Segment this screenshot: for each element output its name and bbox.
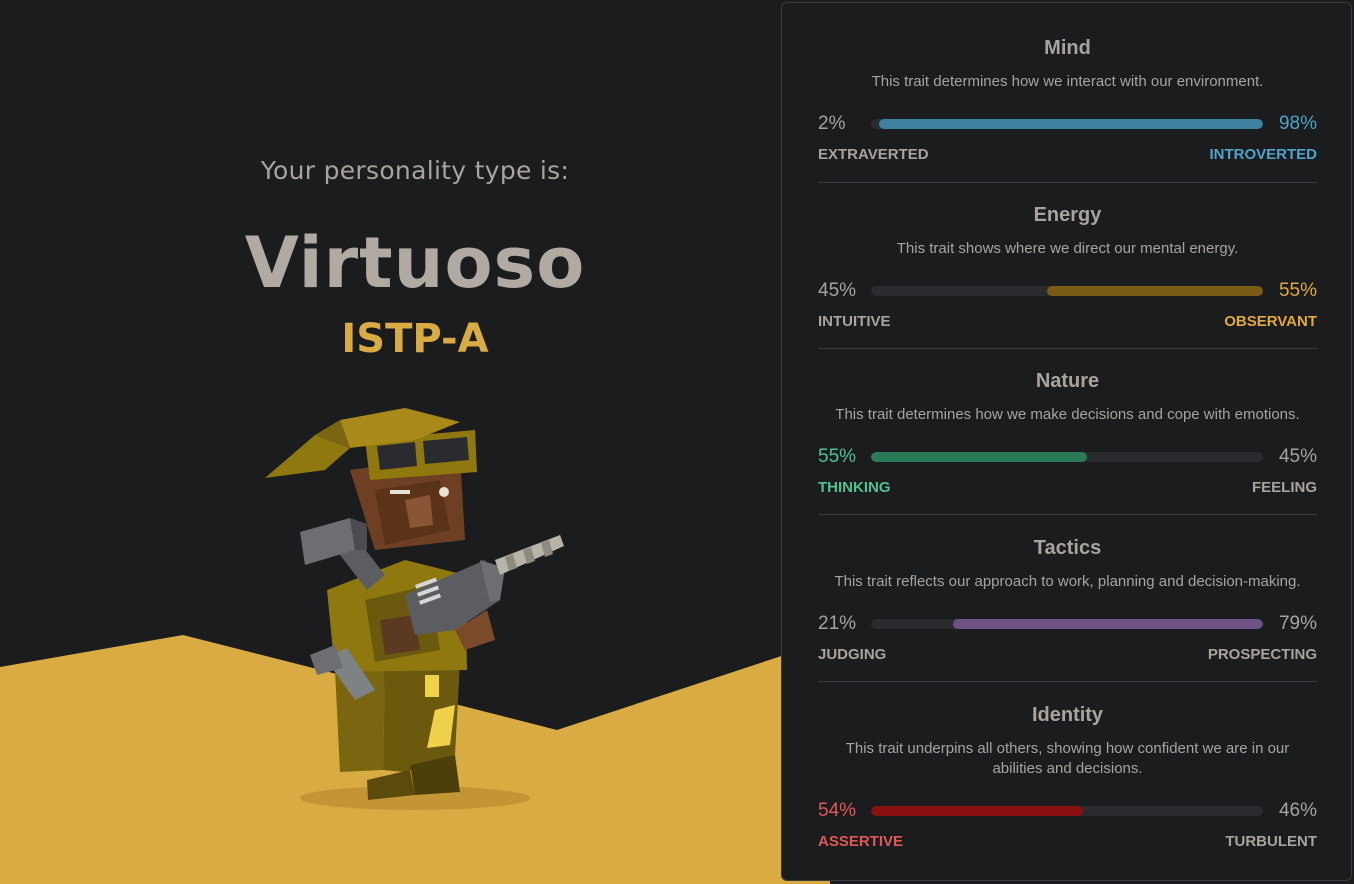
left-trait-label: ASSERTIVE xyxy=(818,833,904,850)
right-percentage: 46% xyxy=(1278,800,1317,821)
right-trait-label: INTROVERTED xyxy=(1209,146,1317,163)
trait-title: Tactics xyxy=(1033,537,1102,559)
trait-labels: ASSERTIVE TURBULENT xyxy=(818,833,1317,851)
trait-title: Mind xyxy=(1044,37,1091,59)
left-trait-label: INTUITIVE xyxy=(818,313,891,330)
trait-identity: Identity This trait underpins all others… xyxy=(818,704,1317,854)
trait-bar-fill xyxy=(953,619,1263,629)
personality-hero: Your personality type is: Virtuoso ISTP-… xyxy=(0,0,830,884)
trait-labels: EXTRAVERTED INTROVERTED xyxy=(818,146,1317,164)
trait-bar-fill xyxy=(871,806,1083,816)
trait-bar-row: 21% 79% xyxy=(818,612,1317,636)
left-percentage: 2% xyxy=(818,113,846,134)
trait-bar-track xyxy=(871,286,1263,296)
right-trait-label: OBSERVANT xyxy=(1224,313,1317,330)
trait-bar-track xyxy=(871,452,1263,462)
trait-title: Identity xyxy=(1031,704,1104,726)
trait-labels: JUDGING PROSPECTING xyxy=(818,646,1317,664)
trait-bar-track xyxy=(871,806,1263,816)
right-percentage: 55% xyxy=(1278,280,1317,301)
trait-energy: Energy This trait shows where we direct … xyxy=(818,204,1317,349)
trait-bar-track xyxy=(871,119,1263,129)
trait-description: This trait determines how we make decisi… xyxy=(835,406,1300,423)
results-page: Your personality type is: Virtuoso ISTP-… xyxy=(0,0,1354,884)
trait-bar-fill xyxy=(1047,286,1263,296)
trait-tactics: Tactics This trait reflects our approach… xyxy=(818,537,1317,682)
trait-bar-row: 55% 45% xyxy=(818,445,1317,469)
trait-mind: Mind This trait determines how we intera… xyxy=(818,37,1317,183)
trait-labels: THINKING FEELING xyxy=(818,479,1317,497)
trait-title: Nature xyxy=(1035,370,1100,392)
left-trait-label: THINKING xyxy=(818,479,891,496)
left-percentage: 54% xyxy=(818,800,857,821)
traits-panel: Mind This trait determines how we intera… xyxy=(781,2,1352,881)
left-trait-label: JUDGING xyxy=(818,646,887,663)
trait-nature: Nature This trait determines how we make… xyxy=(818,370,1317,515)
trait-description: This trait shows where we direct our men… xyxy=(896,240,1239,257)
left-percentage: 45% xyxy=(818,280,857,301)
trait-bar-row: 2% 98% xyxy=(818,112,1317,136)
right-percentage: 45% xyxy=(1278,446,1317,467)
trait-labels: INTUITIVE OBSERVANT xyxy=(818,313,1317,331)
trait-bar-track xyxy=(871,619,1263,629)
type-code: ISTP-A xyxy=(341,316,489,362)
trait-description: This trait determines how we interact wi… xyxy=(871,73,1264,90)
trait-bar-row: 54% 46% xyxy=(818,799,1317,823)
left-percentage: 55% xyxy=(818,446,857,467)
right-trait-label: PROSPECTING xyxy=(1207,646,1317,663)
trait-bar-fill xyxy=(878,119,1263,129)
trait-title: Energy xyxy=(1033,204,1102,226)
type-name: Virtuoso xyxy=(244,222,586,304)
trait-bar-fill xyxy=(871,452,1087,462)
left-trait-label: EXTRAVERTED xyxy=(818,146,929,163)
trait-description: This trait reflects our approach to work… xyxy=(834,573,1301,590)
right-trait-label: FEELING xyxy=(1251,479,1317,496)
right-percentage: 98% xyxy=(1278,113,1317,134)
trait-description: This trait underpins all others, showing… xyxy=(845,740,1290,777)
right-percentage: 79% xyxy=(1278,613,1317,634)
trait-bar-row: 45% 55% xyxy=(818,279,1317,303)
right-trait-label: TURBULENT xyxy=(1225,833,1317,850)
intro-text: Your personality type is: xyxy=(260,156,570,185)
left-percentage: 21% xyxy=(818,613,857,634)
virtuoso-character-illustration xyxy=(265,408,564,800)
